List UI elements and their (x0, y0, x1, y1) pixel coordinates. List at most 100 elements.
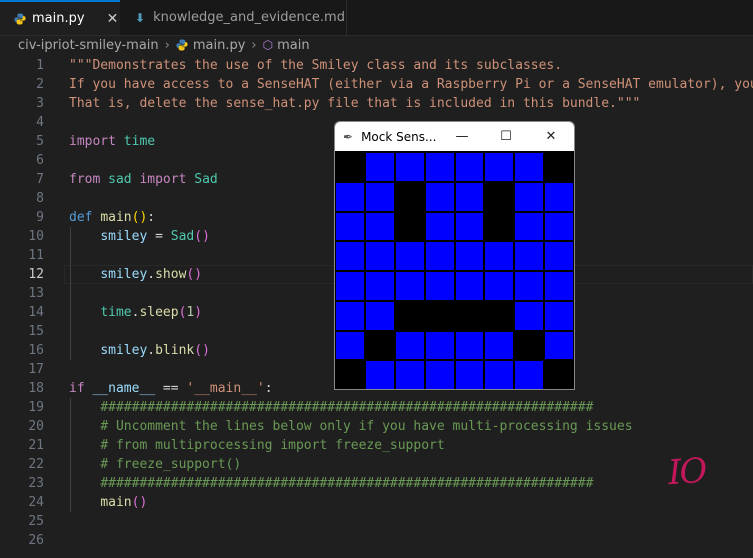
code-token: ########################################… (100, 400, 594, 415)
led-pixel (454, 360, 485, 389)
breadcrumb: civ-ipriot-smiley-main › main.py › ⬡ mai… (18, 36, 310, 54)
led-pixel (454, 271, 485, 301)
code-token: time (123, 134, 156, 149)
led-pixel (335, 241, 365, 271)
code-line[interactable]: 19 #####################################… (0, 398, 753, 417)
breadcrumb-file[interactable]: main.py (193, 38, 246, 53)
led-pixel (335, 271, 365, 301)
code-token: . (147, 267, 156, 282)
code-token: sad (108, 172, 132, 187)
led-pixel (484, 241, 515, 271)
code-text: """Demonstrates the use of the Smiley cl… (69, 56, 562, 75)
breadcrumb-symbol[interactable]: main (277, 38, 309, 53)
code-text: # Uncomment the lines below only if you … (69, 417, 632, 436)
led-pixel (424, 211, 455, 242)
code-token: : (264, 381, 273, 396)
code-text: if __name__ == '__main__': (69, 379, 273, 398)
code-token: sleep (139, 305, 179, 320)
code-line[interactable]: 3 That is, delete the sense_hat.py file t… (0, 94, 753, 113)
handwritten-annotation: IO (666, 450, 707, 494)
line-number: 2 (36, 77, 44, 92)
led-pixel (364, 271, 395, 301)
line-number: 16 (28, 343, 44, 358)
minimize-button[interactable]: — (447, 122, 477, 151)
led-pixel (544, 300, 574, 331)
line-number: 24 (28, 495, 44, 510)
code-token: () (186, 267, 203, 282)
code-token: Sad (170, 229, 195, 244)
led-pixel (394, 360, 425, 389)
led-pixel (364, 300, 395, 331)
led-pixel (484, 300, 515, 331)
led-pixel (454, 241, 485, 271)
tab-knowledge-md[interactable]: ⬇ knowledge_and_evidence.md (121, 0, 347, 35)
code-text: smiley = Sad() (69, 227, 210, 246)
code-text: ########################################… (69, 398, 593, 417)
code-line[interactable]: 1 """Demonstrates the use of the Smiley c… (0, 56, 753, 75)
led-pixel (514, 300, 545, 331)
code-token: import (69, 134, 116, 149)
led-pixel (335, 360, 365, 389)
led-pixel (454, 211, 485, 242)
led-pixel (544, 330, 574, 361)
mock-sensehat-window[interactable]: ✒ Mock Sens... — ☐ ✕ (334, 121, 575, 390)
code-text: # freeze_support() (69, 455, 241, 474)
code-token: () (131, 210, 148, 225)
code-line[interactable]: 22 # freeze_support() (0, 455, 753, 474)
code-line[interactable]: 25 (0, 512, 753, 531)
line-number: 21 (28, 438, 44, 453)
line-number: 3 (36, 96, 44, 111)
led-pixel (364, 211, 395, 242)
close-button[interactable]: ✕ (536, 122, 566, 151)
tab-main-py[interactable]: main.py ✕ (0, 0, 120, 35)
led-pixel (335, 300, 365, 331)
led-pixel (544, 360, 574, 389)
tab-label: main.py (32, 11, 85, 26)
code-text: # from multiprocessing import freeze_sup… (69, 436, 445, 455)
led-pixel (454, 181, 485, 212)
tab-label: knowledge_and_evidence.md (153, 10, 345, 25)
tab-bar: main.py ✕ ⬇ knowledge_and_evidence.md (0, 0, 753, 36)
code-token: smiley (100, 267, 148, 282)
code-line[interactable]: 26 (0, 531, 753, 550)
led-pixel (424, 152, 455, 182)
code-line[interactable]: 2 If you have access to a SenseHAT (eithe… (0, 75, 753, 94)
python-file-icon (14, 13, 26, 24)
code-token: () (131, 495, 148, 510)
mock-window-titlebar[interactable]: ✒ Mock Sens... — ☐ ✕ (335, 122, 574, 151)
led-pixel (364, 152, 395, 182)
led-pixel (424, 360, 455, 389)
code-token: . (147, 343, 156, 358)
code-token: from (69, 172, 101, 187)
led-pixel (364, 360, 395, 389)
led-pixel (335, 181, 365, 212)
led-pixel (394, 211, 425, 242)
maximize-button[interactable]: ☐ (491, 122, 521, 151)
feather-icon: ✒ (343, 129, 354, 144)
code-line[interactable]: 24 main() (0, 493, 753, 512)
code-text: If you have access to a SenseHAT (either… (69, 75, 753, 94)
led-pixel (394, 181, 425, 212)
tab-close-icon[interactable]: ✕ (107, 11, 119, 27)
led-pixel (514, 271, 545, 301)
code-token: # from multiprocessing import freeze_sup… (100, 438, 445, 453)
code-token: def (69, 210, 93, 225)
led-pixel (514, 152, 545, 182)
line-number: 23 (28, 476, 44, 491)
code-line[interactable]: 20 # Uncomment the lines below only if y… (0, 417, 753, 436)
code-line[interactable]: 21 # from multiprocessing import freeze_… (0, 436, 753, 455)
code-line[interactable]: 23 #####################################… (0, 474, 753, 493)
code-token: main (100, 495, 132, 510)
breadcrumb-folder[interactable]: civ-ipriot-smiley-main (18, 38, 159, 53)
code-token: == (155, 381, 187, 396)
led-pixel (454, 300, 485, 331)
